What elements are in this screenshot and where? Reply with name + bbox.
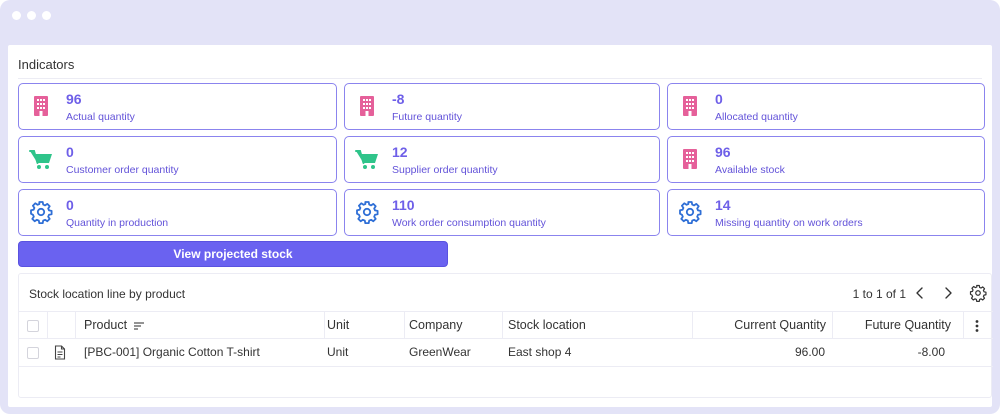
building-icon [683,96,697,116]
cell-company: GreenWear [409,345,471,359]
settings-gear-icon[interactable] [969,284,987,302]
indicator-value: 110 [392,197,415,213]
indicator-cards: 96 Actual quantity -8 Future quantity 0 … [18,83,986,236]
view-projected-stock-button[interactable]: View projected stock [18,241,448,267]
column-divider [502,312,503,338]
indicator-label: Future quantity [392,111,463,123]
indicator-label: Work order consumption quantity [392,217,546,229]
window-controls [12,11,51,20]
window-dot [27,11,36,20]
window-dot [42,11,51,20]
chevron-left-icon[interactable] [912,284,928,302]
indicator-label: Customer order quantity [66,164,179,176]
indicator-card-missing-quantity-on-work-orders[interactable]: 14 Missing quantity on work orders [667,189,985,236]
indicator-value: 0 [66,144,74,160]
column-header-current-quantity[interactable]: Current Quantity [695,312,826,338]
more-options-icon[interactable] [971,319,983,333]
indicator-label: Actual quantity [66,111,135,123]
indicator-value: 0 [66,197,74,213]
indicator-value: 12 [392,144,408,160]
indicator-label: Missing quantity on work orders [715,217,863,229]
column-header-stock-location[interactable]: Stock location [508,312,688,338]
cell-future-quantity: -8.00 [917,345,945,359]
building-icon [34,96,48,116]
section-title: Indicators [18,57,75,72]
table-row[interactable]: [PBC-001] Organic Cotton T-shirt Unit Gr… [19,339,993,367]
indicator-card-available-stock[interactable]: 96 Available stock [667,136,985,183]
window-dot [12,11,21,20]
column-divider [47,312,48,338]
gear-icon [30,201,53,224]
column-header-label: Product [84,318,128,332]
indicator-card-future-quantity[interactable]: -8 Future quantity [344,83,660,130]
indicator-label: Allocated quantity [715,111,798,123]
indicator-value: 96 [66,91,82,107]
app-window: Indicators 96 Actual quantity -8 Future … [8,45,993,407]
table-title: Stock location line by product [29,287,186,301]
row-checkbox[interactable] [27,347,39,359]
column-header-future-quantity[interactable]: Future Quantity [835,312,951,338]
column-header-company[interactable]: Company [409,312,499,338]
gear-icon [356,201,379,224]
indicator-card-quantity-in-production[interactable]: 0 Quantity in production [18,189,337,236]
browser-frame: Indicators 96 Actual quantity -8 Future … [0,0,1000,414]
column-divider [75,312,76,338]
column-divider [324,312,325,338]
column-divider [963,312,964,338]
column-header-unit[interactable]: Unit [327,312,407,338]
building-icon [360,96,374,116]
indicator-value: 0 [715,91,723,107]
document-icon[interactable] [54,345,66,360]
indicator-card-actual-quantity[interactable]: 96 Actual quantity [18,83,337,130]
indicator-card-customer-order-quantity[interactable]: 0 Customer order quantity [18,136,337,183]
indicator-value: 14 [715,197,731,213]
pagination-label: 1 to 1 of 1 [852,287,906,301]
gear-icon [679,201,702,224]
indicator-value: -8 [392,91,405,107]
table-header-row: Product Unit Company Stock location Curr… [19,311,993,339]
chevron-right-icon[interactable] [940,284,956,302]
indicator-label: Quantity in production [66,217,169,229]
cart-icon [355,150,378,169]
indicator-card-allocated-quantity[interactable]: 0 Allocated quantity [667,83,985,130]
indicator-label: Supplier order quantity [392,164,498,176]
column-divider [404,312,405,338]
cell-stock-location: East shop 4 [508,345,572,359]
select-all-checkbox[interactable] [27,320,39,332]
indicator-card-work-order-consumption-quantity[interactable]: 110 Work order consumption quantity [344,189,660,236]
cell-product: [PBC-001] Organic Cotton T-shirt [84,345,260,359]
indicator-value: 96 [715,144,731,160]
indicator-label: Available stock [715,164,785,176]
cart-icon [29,150,52,169]
cell-unit: Unit [327,345,349,359]
divider [18,78,982,79]
indicator-card-supplier-order-quantity[interactable]: 12 Supplier order quantity [344,136,660,183]
stock-location-table-panel: Stock location line by product 1 to 1 of… [18,273,993,398]
column-divider [832,312,833,338]
column-divider [692,312,693,338]
column-header-product[interactable]: Product [84,312,324,338]
building-icon [683,149,697,169]
sort-icon[interactable] [133,321,145,331]
cell-current-quantity: 96.00 [794,345,825,359]
